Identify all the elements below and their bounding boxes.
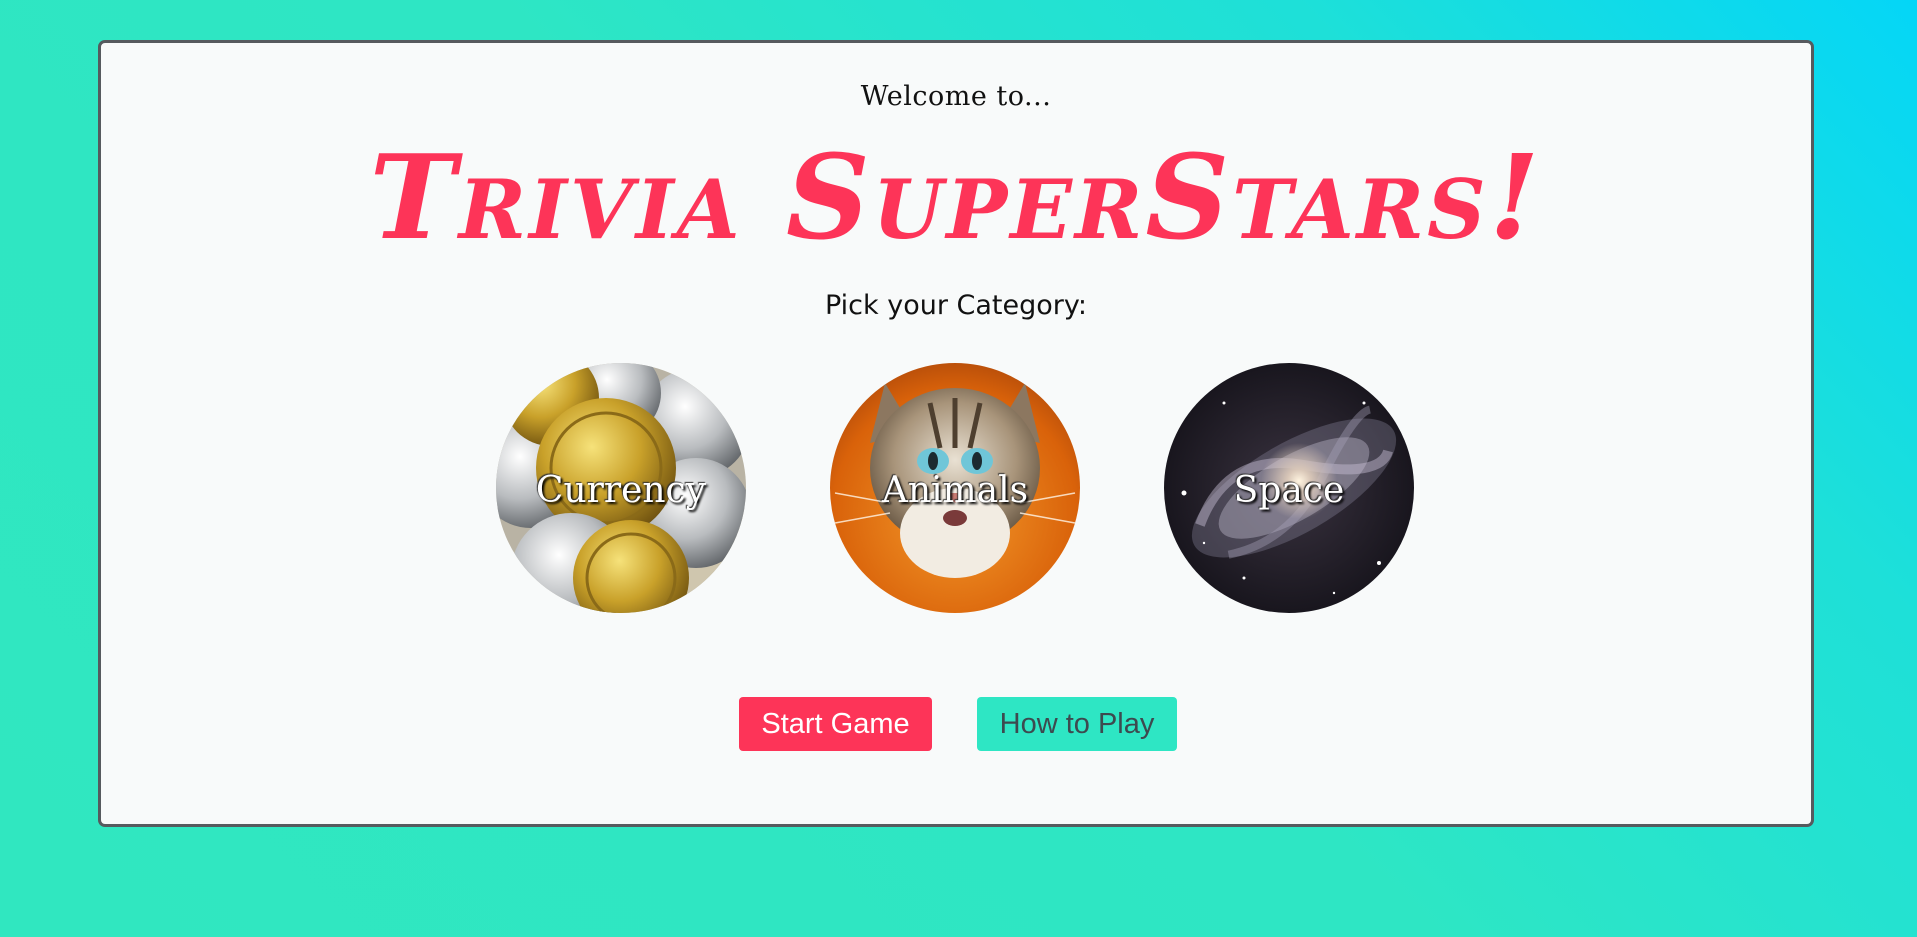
welcome-card: Welcome to... Trivia SuperStars! Pick yo… [98, 40, 1814, 827]
how-to-play-button[interactable]: How to Play [977, 697, 1177, 751]
category-prompt: Pick your Category: [824, 290, 1087, 321]
category-space[interactable]: Space [1164, 363, 1414, 613]
category-label: Space [1233, 470, 1345, 511]
start-game-button[interactable]: Start Game [739, 697, 932, 751]
category-animals[interactable]: Animals [830, 363, 1080, 613]
category-currency[interactable]: Currency [496, 363, 746, 613]
category-list: Currency Animals Space [101, 363, 1811, 613]
game-title: Trivia SuperStars! [369, 130, 1543, 266]
category-label: Animals [881, 470, 1029, 511]
welcome-text: Welcome to... [860, 81, 1052, 112]
category-label: Currency [535, 470, 707, 511]
